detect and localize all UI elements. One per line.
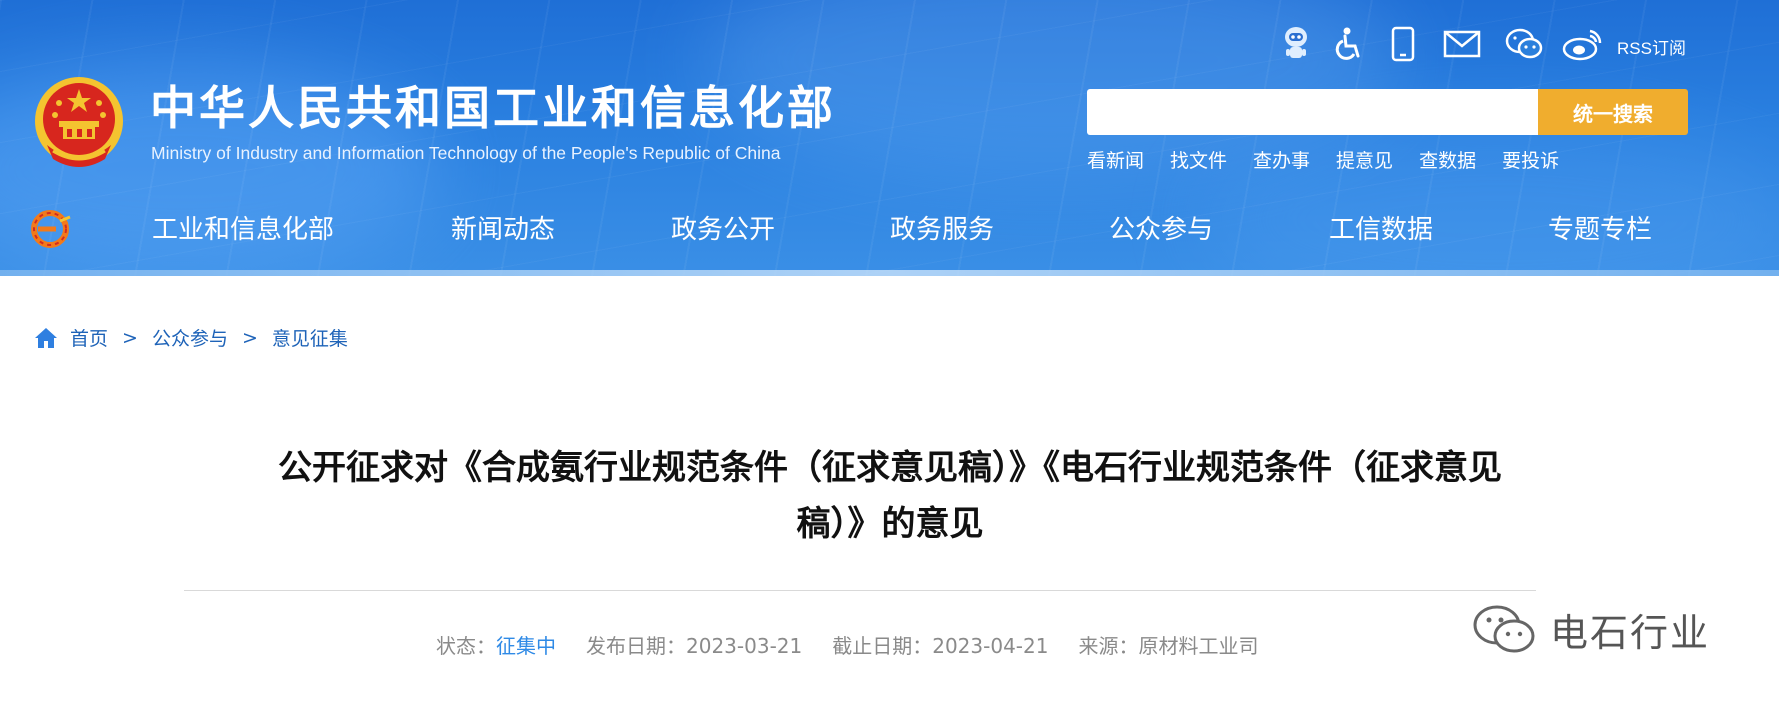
status-item: 状态：征集中 [436,630,556,659]
search-button[interactable]: 统一搜索 [1538,89,1688,135]
source-item: 来源：原材料工业司 [1078,630,1258,659]
main-nav: 工业和信息化部 新闻动态 政务公开 政务服务 公众参与 工信数据 专题专栏 [0,206,1779,254]
nav-item-ministry[interactable]: 工业和信息化部 [152,206,334,254]
nav-item-public-participation[interactable]: 公众参与 [1109,206,1213,254]
breadcrumb-separator: > [241,326,258,349]
deadline-value: 2023-04-21 [932,634,1049,658]
quick-link-news[interactable]: 看新闻 [1087,146,1144,173]
wechat-icon[interactable] [1505,26,1543,62]
nav-item-news[interactable]: 新闻动态 [451,206,555,254]
rss-subscribe-link[interactable]: RSS订阅 [1617,34,1686,59]
source-label: 来源： [1078,634,1139,658]
weibo-icon[interactable] [1562,26,1604,62]
deadline-label: 截止日期： [832,634,933,658]
quick-links: 看新闻 找文件 查办事 提意见 查数据 要投诉 [1087,146,1585,173]
status-badge: 征集中 [496,634,556,658]
breadcrumb-home[interactable]: 首页 [70,324,108,351]
home-icon[interactable] [34,327,58,349]
article-meta: 状态：征集中 发布日期：2023-03-21 截止日期：2023-04-21 来… [436,630,1288,659]
article-title-line2: 稿）》的意见 [796,504,984,544]
watermark-text: 电石行业 [1550,611,1711,655]
mobile-icon[interactable] [1390,26,1416,62]
mail-icon[interactable] [1443,26,1481,62]
quick-link-documents[interactable]: 找文件 [1170,146,1227,173]
site-title: 中华人民共和国工业和信息化部 [150,81,836,135]
nav-item-gov-services[interactable]: 政务服务 [890,206,994,254]
robot-assistant-icon[interactable] [1280,26,1312,62]
wechat-watermark-icon [1473,605,1535,652]
publish-date-value: 2023-03-21 [686,634,803,658]
national-emblem-icon[interactable] [33,75,125,173]
status-label: 状态： [436,634,496,658]
accessibility-icon[interactable] [1334,26,1364,62]
publish-date-label: 发布日期： [586,634,686,658]
article-title-line1: 公开征求对《合成氨行业规范条件（征求意见稿）》《电石行业规范条件（征求意见 [278,448,1502,488]
quick-link-complaint[interactable]: 要投诉 [1502,146,1559,173]
deadline-item: 截止日期：2023-04-21 [832,630,1048,659]
divider [184,590,1536,591]
watermark: 电石行业 [1470,602,1710,657]
article-title: 公开征求对《合成氨行业规范条件（征求意见稿）》《电石行业规范条件（征求意见 稿）… [180,440,1600,552]
breadcrumb: 首页 > 公众参与 > 意见征集 [34,324,348,351]
nav-item-special-topics[interactable]: 专题专栏 [1548,206,1652,254]
nav-item-data[interactable]: 工信数据 [1329,206,1433,254]
breadcrumb-public-participation[interactable]: 公众参与 [152,324,228,351]
search-input[interactable] [1087,89,1538,135]
quick-link-feedback[interactable]: 提意见 [1336,146,1393,173]
nav-item-gov-affairs[interactable]: 政务公开 [671,206,775,254]
source-value: 原材料工业司 [1138,634,1259,658]
quick-link-data[interactable]: 查数据 [1419,146,1476,173]
site-subtitle: Ministry of Industry and Information Tec… [151,143,781,163]
quick-link-services[interactable]: 查办事 [1253,146,1310,173]
breadcrumb-separator: > [122,326,138,349]
breadcrumb-opinion-collection[interactable]: 意见征集 [272,324,348,351]
publish-date-item: 发布日期：2023-03-21 [586,630,802,659]
